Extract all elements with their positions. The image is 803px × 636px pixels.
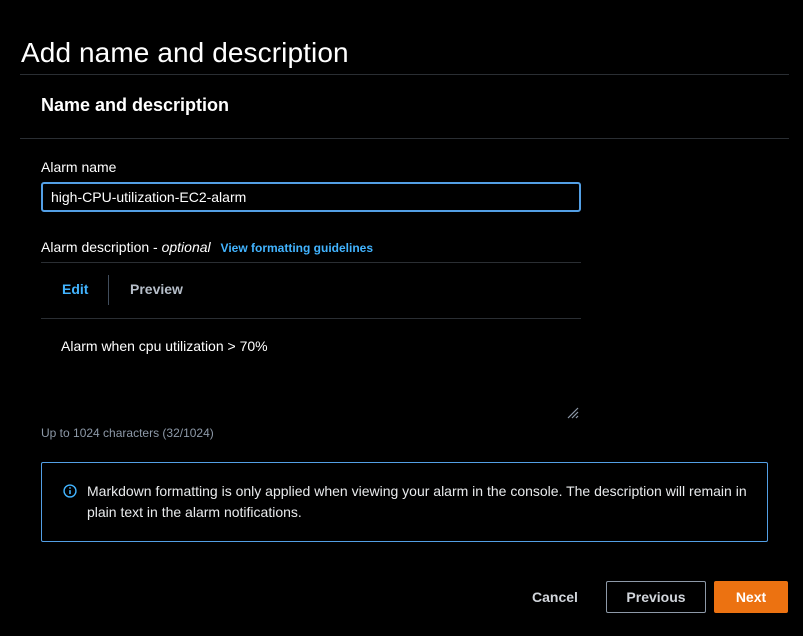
next-button[interactable]: Next: [714, 581, 788, 613]
alarm-description-label: Alarm description - optional View format…: [41, 239, 373, 255]
cancel-button[interactable]: Cancel: [520, 581, 590, 613]
alarm-name-input[interactable]: [41, 182, 581, 212]
optional-tag: optional: [161, 239, 211, 255]
tabs-top-divider: [41, 262, 581, 263]
previous-button[interactable]: Previous: [606, 581, 706, 613]
info-alert: Markdown formatting is only applied when…: [41, 462, 768, 542]
panel-header: Name and description: [41, 95, 230, 115]
character-count: Up to 1024 characters (32/1024): [41, 426, 214, 440]
resize-handle-icon[interactable]: [565, 405, 579, 419]
info-icon: [63, 484, 77, 498]
info-alert-text: Markdown formatting is only applied when…: [87, 483, 747, 520]
alarm-name-label: Alarm name: [41, 159, 117, 175]
page-title: Add name and description: [21, 36, 349, 68]
tab-separator: [108, 275, 109, 305]
tab-edit[interactable]: Edit: [62, 281, 88, 297]
view-formatting-guidelines-link[interactable]: View formatting guidelines: [221, 241, 373, 255]
panel-divider: [20, 138, 789, 139]
name-description-panel: Name and description Alarm name Alarm de…: [20, 74, 789, 575]
alarm-description-label-text: Alarm description -: [41, 239, 162, 255]
alarm-description-textarea[interactable]: Alarm when cpu utilization > 70%: [41, 319, 581, 421]
tab-preview[interactable]: Preview: [130, 281, 183, 297]
